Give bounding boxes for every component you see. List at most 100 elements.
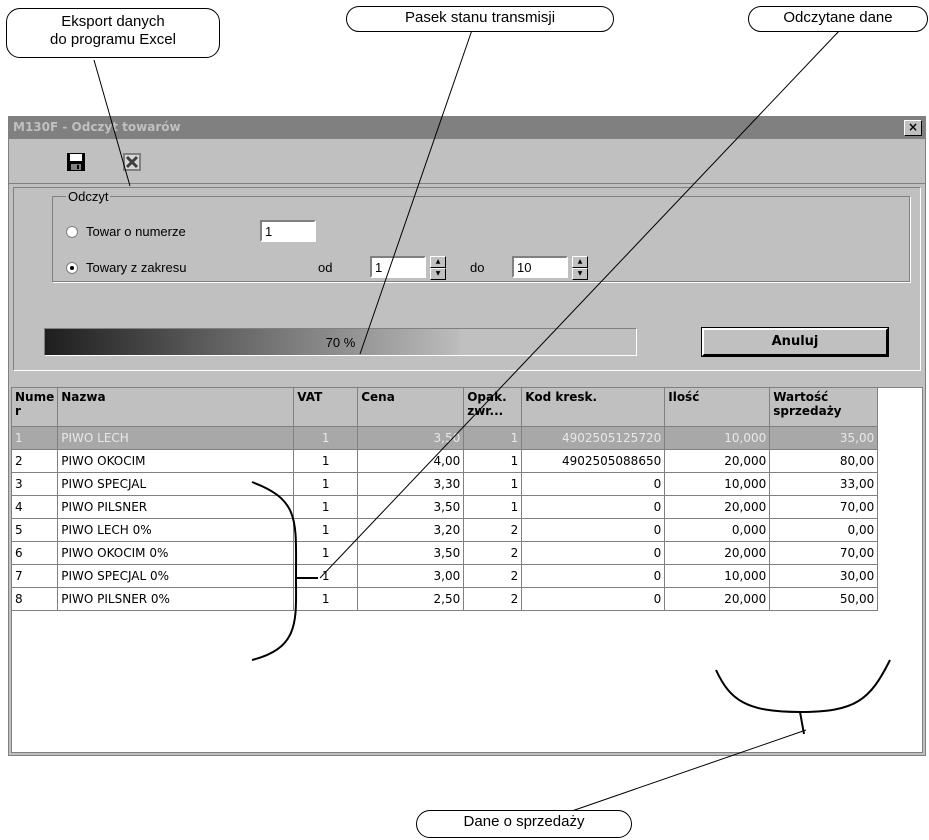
table-row[interactable]: 7 PIWO SPECJAL 0% 1 3,00 2 0 10,000 30,00 <box>12 564 879 588</box>
table-cell: 1 <box>293 426 359 450</box>
column-header[interactable]: Kod kresk. <box>521 388 666 427</box>
empty-cell <box>770 655 878 677</box>
table-cell: 20,000 <box>664 495 771 519</box>
table-cell: 4,00 <box>357 449 465 473</box>
empty-cell <box>58 655 294 677</box>
callout-sales-data: Dane o sprzedaży <box>416 810 632 838</box>
table-cell: 2 <box>12 449 59 473</box>
spin-down-icon[interactable]: ▼ <box>572 268 588 280</box>
table-cell: 0 <box>521 541 666 565</box>
table-cell: 30,00 <box>769 564 879 588</box>
empty-cell <box>294 610 358 633</box>
range-to-input[interactable]: 10 <box>512 256 568 278</box>
items-table: Nume r Nazwa VAT Cena Opak. zwr... Kod kresk.… <box>12 388 879 677</box>
table-cell: 0 <box>521 564 666 588</box>
column-header[interactable]: VAT <box>293 388 359 427</box>
table-row[interactable]: 6 PIWO OKOCIM 0% 1 3,50 2 0 20,000 70,00 <box>12 541 879 565</box>
radio-range-label: Towary z zakresu <box>86 260 187 275</box>
radio-range[interactable] <box>66 262 78 274</box>
empty-cell <box>522 610 665 633</box>
empty-cell <box>294 633 358 655</box>
to-label: do <box>470 260 485 275</box>
empty-row <box>12 633 878 655</box>
table-cell: 1 <box>293 449 359 473</box>
empty-cell <box>464 610 522 633</box>
table-row[interactable]: 3 PIWO SPECJAL 1 3,30 1 0 10,000 33,00 <box>12 472 879 496</box>
empty-cell <box>665 610 770 633</box>
spin-down-icon[interactable]: ▼ <box>430 268 446 280</box>
empty-cell <box>464 633 522 655</box>
empty-cell <box>665 633 770 655</box>
table-cell: 10,000 <box>664 472 771 496</box>
table-cell: 7 <box>12 564 59 588</box>
table-row[interactable]: 8 PIWO PILSNER 0% 1 2,50 2 0 20,000 50,00 <box>12 587 879 611</box>
table-row[interactable]: 2 PIWO OKOCIM 1 4,00 1 4902505088650 20,000 80,… <box>12 449 879 473</box>
table-cell: 1 <box>293 541 359 565</box>
table-cell: PIWO LECH 0% <box>57 518 295 542</box>
empty-cell <box>12 655 58 677</box>
table-cell: 1 <box>463 495 523 519</box>
table-cell: 1 <box>293 495 359 519</box>
callout-export-text: Eksport danych do programu Excel <box>50 13 176 48</box>
table-cell: 4902505088650 <box>521 449 666 473</box>
column-header[interactable]: Cena <box>357 388 465 427</box>
empty-cell <box>770 610 878 633</box>
range-from-spinner[interactable]: ▲ ▼ <box>430 256 446 280</box>
empty-cell <box>294 655 358 677</box>
table-cell: 20,000 <box>664 587 771 611</box>
column-header[interactable]: Ilość <box>664 388 771 427</box>
table-row[interactable]: 1 PIWO LECH 1 3,50 1 4902505125720 10,000 35,00 <box>12 426 879 450</box>
table-cell: 1 <box>293 518 359 542</box>
table-cell: 50,00 <box>769 587 879 611</box>
close-button[interactable]: × <box>904 120 922 136</box>
column-header[interactable]: Nazwa <box>57 388 295 427</box>
table-cell: 1 <box>463 426 523 450</box>
table-cell: 6 <box>12 541 59 565</box>
column-header[interactable]: Opak. zwr... <box>463 388 523 427</box>
table-cell: 4902505125720 <box>521 426 666 450</box>
empty-row <box>12 610 878 633</box>
empty-cell <box>522 655 665 677</box>
table-cell: 1 <box>463 472 523 496</box>
range-from-input[interactable]: 1 <box>370 256 426 278</box>
table-cell: 3,30 <box>357 472 465 496</box>
empty-cell <box>12 633 58 655</box>
table-cell: 10,000 <box>664 564 771 588</box>
spin-up-icon[interactable]: ▲ <box>572 256 588 268</box>
table-cell: 70,00 <box>769 541 879 565</box>
table-cell: 33,00 <box>769 472 879 496</box>
table-cell: 20,000 <box>664 449 771 473</box>
column-header[interactable]: Wartość sprzedaży <box>769 388 879 427</box>
empty-cell <box>12 610 58 633</box>
callout-export: Eksport danych do programu Excel <box>6 8 220 58</box>
table-cell: PIWO PILSNER <box>57 495 295 519</box>
app-window: M130F - Odczyt towarów × Odczyt Towar o … <box>8 116 926 756</box>
table-cell: 1 <box>293 564 359 588</box>
spin-up-icon[interactable]: ▲ <box>430 256 446 268</box>
items-grid[interactable]: Nume r Nazwa VAT Cena Opak. zwr... Kod kresk.… <box>11 387 923 753</box>
callout-status-bar: Pasek stanu transmisji <box>346 6 614 32</box>
save-icon[interactable] <box>65 151 87 173</box>
callout-read-data: Odczytane dane <box>748 6 928 32</box>
empty-cell <box>358 610 464 633</box>
progress-label: 70 % <box>325 335 356 350</box>
table-row[interactable]: 5 PIWO LECH 0% 1 3,20 2 0 0,000 0,00 <box>12 518 879 542</box>
table-cell: 3 <box>12 472 59 496</box>
table-cell: 5 <box>12 518 59 542</box>
empty-cell <box>358 633 464 655</box>
item-number-input[interactable]: 1 <box>260 220 316 242</box>
empty-row <box>12 655 878 677</box>
radio-single-item[interactable] <box>66 226 78 238</box>
table-cell: 4 <box>12 495 59 519</box>
table-cell: 0 <box>521 587 666 611</box>
table-cell: 35,00 <box>769 426 879 450</box>
table-cell: 1 <box>293 587 359 611</box>
table-cell: PIWO OKOCIM 0% <box>57 541 295 565</box>
table-cell: 0 <box>521 518 666 542</box>
column-header[interactable]: Nume r <box>12 388 59 427</box>
cancel-button[interactable]: Anuluj <box>701 327 889 357</box>
excel-export-icon[interactable] <box>121 151 143 173</box>
table-row[interactable]: 4 PIWO PILSNER 1 3,50 1 0 20,000 70,00 <box>12 495 879 519</box>
table-cell: 0,00 <box>769 518 879 542</box>
range-to-spinner[interactable]: ▲ ▼ <box>572 256 588 280</box>
